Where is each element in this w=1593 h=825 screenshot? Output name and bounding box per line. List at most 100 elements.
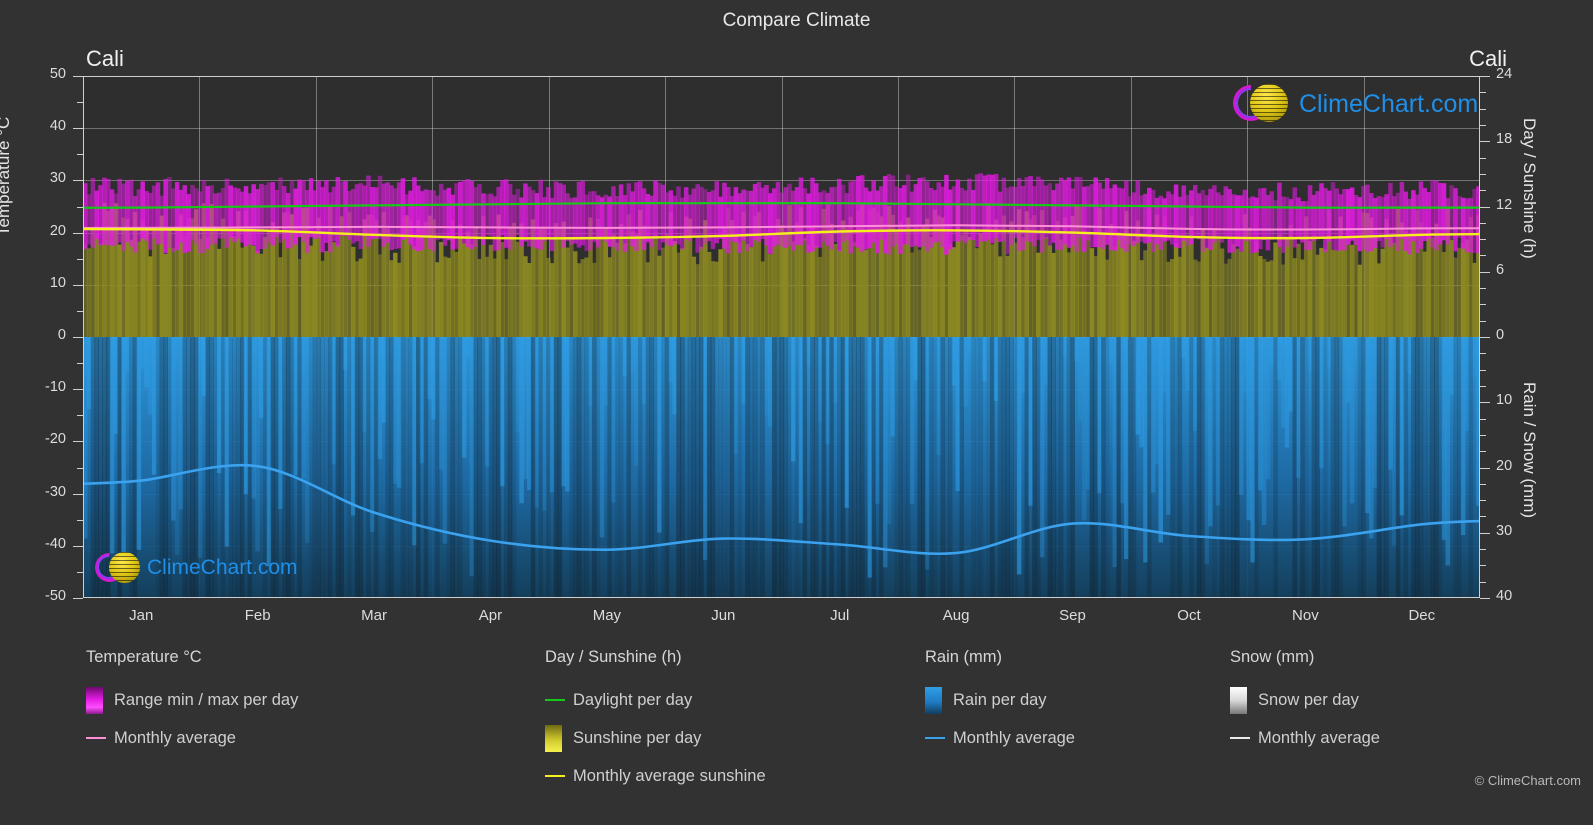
legend-item-temperature-0[interactable]: Range min / max per day [86, 681, 298, 719]
legend-heading-daysun: Day / Sunshine (h) [545, 648, 682, 666]
y-tick-left-10 [73, 284, 83, 286]
legend-swatch-line-yellow [545, 775, 565, 777]
y-tick-right-mm-minor-35 [1480, 565, 1486, 567]
legend-item-snow-0[interactable]: Snow per day [1230, 681, 1380, 719]
y-tick-right-h-minor-1.5 [1480, 320, 1486, 322]
y-tick-right-mm-20 [1480, 467, 1490, 469]
y-tick-left--10 [73, 389, 83, 391]
legend-swatch-line-pink [86, 737, 106, 739]
y-tick-right-h-minor-19.5 [1480, 124, 1486, 126]
y-tick-label-right-h-6: 6 [1496, 261, 1505, 278]
y-tick-label-left--20: -20 [45, 431, 66, 448]
legend-swatch-gradient-yellow [545, 724, 562, 752]
y-tick-label-left-20: 20 [49, 222, 66, 239]
temperature-daily-range [83, 173, 1480, 255]
y-tick-right-h-minor-16.5 [1480, 157, 1486, 159]
legend-item-label: Monthly average sunshine [573, 766, 766, 785]
legend-item-label: Daylight per day [573, 690, 693, 709]
copyright-text: © ClimeChart.com [1474, 773, 1581, 788]
y-tick-right-h-minor-4.5 [1480, 288, 1486, 290]
legend: Temperature °C Range min / max per day Mon… [0, 648, 1593, 808]
y-tick-label-right-mm-10: 10 [1496, 392, 1513, 409]
y-tick-right-mm-minor-25 [1480, 500, 1486, 502]
x-tick-label-Sep: Sep [1059, 607, 1086, 624]
x-tick-label-Aug: Aug [942, 607, 970, 624]
y-tick-label-left--10: -10 [45, 379, 66, 396]
legend-item-label: Sunshine per day [573, 728, 702, 747]
legend-item-daysun-2[interactable]: Monthly average sunshine [545, 757, 766, 795]
y-tick-label-right-h-12: 12 [1496, 196, 1513, 213]
y-tick-left-20 [73, 232, 83, 234]
y-tick-left-minor-4 [77, 310, 83, 312]
chart-canvas [83, 173, 1480, 598]
legend-group-rain: Rain (mm) Rain per day Monthly average [925, 648, 1075, 757]
legend-item-temperature-1[interactable]: Monthly average [86, 719, 298, 757]
y-tick-label-left-40: 40 [49, 118, 66, 135]
y-tick-label-right-mm-20: 20 [1496, 457, 1513, 474]
x-tick-label-Feb: Feb [244, 607, 271, 624]
climechart-logo-icon-2 [88, 546, 140, 589]
x-tick-label-Oct: Oct [1177, 607, 1201, 624]
y-tick-left-minor-6 [77, 415, 83, 417]
climate-chart-page: Compare Climate Cali Cali ClimeChart.com… [0, 0, 1593, 825]
y-tick-right-h-minor-3 [1480, 304, 1486, 306]
y-tick-right-mm-minor-22.5 [1480, 483, 1486, 485]
y-tick-right-mm-minor-32.5 [1480, 549, 1486, 551]
y-tick-right-mm-30 [1480, 532, 1490, 534]
y-tick-right-mm-40 [1480, 598, 1490, 599]
legend-item-rain-0[interactable]: Rain per day [925, 681, 1075, 719]
y-tick-right-mm-minor-2.5 [1480, 353, 1486, 355]
y-tick-left-minor-1 [77, 154, 83, 156]
y-tick-right-h-24 [1480, 76, 1490, 77]
y-tick-right-mm-minor-37.5 [1480, 581, 1486, 583]
y-axis-title-right-bottom: Rain / Snow (mm) [1520, 382, 1539, 519]
y-tick-right-mm-10 [1480, 402, 1490, 404]
legend-heading-snow: Snow (mm) [1230, 648, 1315, 666]
x-tick-label-Jan: Jan [129, 607, 154, 624]
legend-swatch-gradient-blue [925, 686, 942, 714]
legend-group-snow: Snow (mm) Snow per day Monthly average [1230, 648, 1380, 757]
climechart-logo-icon [1225, 77, 1288, 129]
x-tick-label-Nov: Nov [1292, 607, 1319, 624]
legend-swatch-line-blue [925, 737, 945, 739]
y-tick-label-right-mm-40: 40 [1496, 588, 1513, 604]
legend-item-label: Monthly average [953, 728, 1075, 747]
y-tick-right-h-0 [1480, 337, 1490, 338]
legend-swatch-gradient-white [1230, 686, 1247, 714]
y-tick-left--40 [73, 545, 83, 547]
legend-item-label: Range min / max per day [114, 690, 299, 709]
y-tick-right-mm-minor-17.5 [1480, 451, 1486, 453]
legend-item-rain-1[interactable]: Monthly average [925, 719, 1075, 757]
legend-heading-rain: Rain (mm) [925, 648, 1002, 666]
x-tick-label-Jul: Jul [830, 607, 850, 624]
y-tick-label-right-h-24: 24 [1496, 66, 1513, 82]
y-tick-label-left--50: -50 [45, 588, 66, 604]
x-tick-label-Dec: Dec [1408, 607, 1436, 624]
x-tick-label-May: May [592, 607, 622, 624]
legend-heading-temperature: Temperature °C [86, 648, 202, 666]
location-label-left: Cali [86, 46, 124, 71]
y-tick-label-right-mm-30: 30 [1496, 522, 1513, 539]
legend-item-label: Rain per day [953, 690, 1047, 709]
y-tick-label-left--30: -30 [45, 483, 66, 500]
y-axis-title-left: Temperature °C [0, 116, 13, 236]
page-title: Compare Climate [722, 10, 871, 31]
watermark-logo-top: ClimeChart.com [1225, 77, 1478, 129]
y-tick-right-mm-minor-27.5 [1480, 516, 1486, 518]
y-axis-title-right-top: Day / Sunshine (h) [1520, 118, 1539, 259]
y-tick-right-h-minor-9 [1480, 239, 1486, 241]
x-tick-label-Mar: Mar [361, 607, 387, 624]
legend-item-snow-1[interactable]: Monthly average [1230, 719, 1380, 757]
legend-item-daysun-0[interactable]: Daylight per day [545, 681, 766, 719]
y-tick-left-0 [73, 337, 83, 338]
y-tick-label-left-30: 30 [49, 170, 66, 187]
watermark-text-2: ClimeChart.com [147, 556, 298, 579]
legend-item-label: Snow per day [1258, 690, 1359, 709]
y-tick-left-40 [73, 128, 83, 130]
y-tick-left-minor-8 [77, 519, 83, 521]
y-tick-left-30 [73, 180, 83, 182]
watermark-logo-bottom: ClimeChart.com [88, 546, 298, 589]
y-tick-label-left-50: 50 [49, 66, 66, 82]
y-tick-left--50 [73, 598, 83, 599]
legend-item-daysun-1[interactable]: Sunshine per day [545, 719, 766, 757]
